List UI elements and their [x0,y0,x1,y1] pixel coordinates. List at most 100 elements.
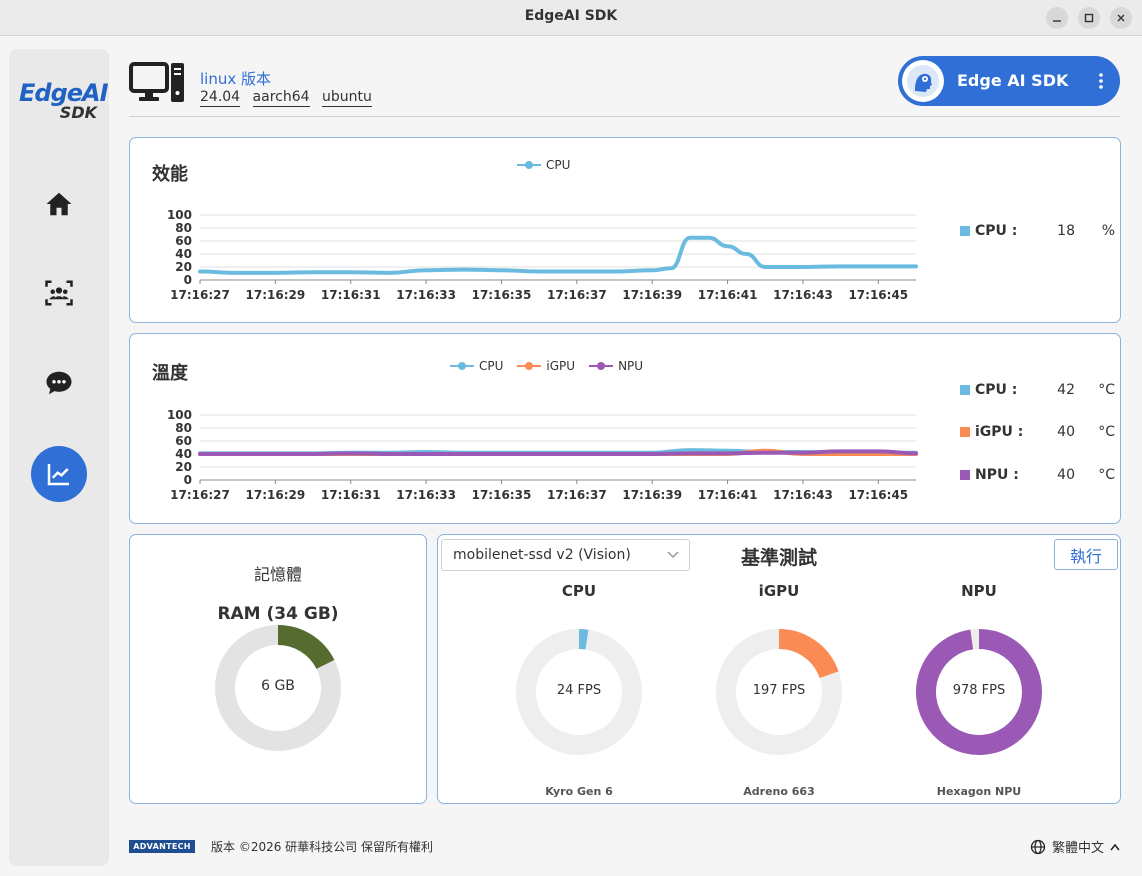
x-tick-label: 17:16:39 [622,288,682,302]
y-tick-label: 0 [184,473,192,487]
language-selector[interactable]: 繁體中文 [1030,837,1120,856]
x-tick-label: 17:16:41 [698,288,758,302]
chat-icon [46,371,72,395]
x-tick-label: 17:16:43 [773,288,833,302]
device-name: iGPU [758,582,800,600]
chart-icon [47,464,69,486]
temperature-card: 溫度 CPU iGPU NPU 0 20 40 60 80 100 17:16:27 17:1… [129,333,1121,524]
y-tick-label: 100 [167,408,192,422]
sidebar-item-vision[interactable] [31,265,87,321]
face-scan-icon [45,280,73,306]
os-distro: ubuntu [322,89,372,107]
memory-card: 記憶體 RAM (34 GB) 6 GB [129,534,427,804]
benchmark-card: mobilenet-ssd v2 (Vision) 基準測試 執行 CPU Ky… [437,534,1121,804]
y-tick-label: 0 [184,273,192,287]
computer-icon [129,62,184,102]
more-vertical-icon[interactable] [1098,71,1104,91]
sidebar-item-home[interactable] [31,176,87,232]
y-tick-label: 80 [175,221,192,235]
y-tick-label: 40 [175,447,192,461]
y-tick-label: 100 [167,208,192,222]
x-tick-label: 17:16:45 [848,488,908,502]
x-tick-label: 17:16:27 [170,288,230,302]
os-tags: 24.04 aarch64 ubuntu [200,89,380,107]
x-tick-label: 17:16:39 [622,488,682,502]
donut-slice [778,629,839,679]
performance-card: 效能 CPU 0 20 40 60 80 100 17:16:27 17:16:29 17:16… [129,137,1121,323]
os-version: 24.04 [200,89,241,107]
chevron-up-icon [1110,843,1120,850]
x-tick-label: 17:16:29 [246,488,306,502]
x-tick-label: 17:16:33 [396,488,456,502]
y-tick-label: 60 [175,434,192,448]
device-chip: Kyro Gen 6 [545,785,613,798]
device-chip: Hexagon NPU [936,785,1022,798]
igpu-fps-label: 197 FPS [752,683,806,698]
sdk-account-button[interactable]: Edge AI SDK [898,56,1120,106]
memory-title: 記憶體 [253,565,302,584]
cpu-fps-label: 24 FPS [556,683,602,698]
sidebar-item-chat[interactable] [31,355,87,411]
x-tick-label: 17:16:37 [547,288,607,302]
benchmark-title: 基準測試 [740,547,817,569]
close-icon [1117,14,1125,22]
x-tick-label: 17:16:29 [246,288,306,302]
x-tick-label: 17:16:35 [472,488,532,502]
performance-chart: 020406080100 17:16:27 17:16:29 17:16:31 17:1… [167,208,918,302]
y-tick-label: 20 [175,260,192,274]
device-name: NPU [961,582,997,600]
donut-slice [578,629,589,650]
ram-used-label: 6 GB [261,678,295,694]
x-tick-label: 17:16:31 [321,288,381,302]
npu-fps-label: 978 FPS [952,683,1006,698]
ai-head-icon [907,65,939,97]
x-tick-label: 17:16:35 [472,288,532,302]
minimize-icon [1053,20,1061,22]
window-title: EdgeAI SDK [524,8,618,24]
minimize-button[interactable] [1046,7,1068,29]
y-tick-label: 60 [175,234,192,248]
device-name: CPU [561,582,597,600]
maximize-button[interactable] [1078,7,1100,29]
device-header: linux 版本 24.04 aarch64 ubuntu Edge AI SD… [129,56,1120,117]
temperature-stat-igpu: iGPU : 40 °C [960,424,1115,440]
copyright-text: 版本 ©2026 研華科技公司 保留所有權利 [211,840,433,854]
stat-swatch [960,427,970,437]
avatar [902,60,944,102]
stat-swatch [960,226,970,236]
x-tick-label: 17:16:43 [773,488,833,502]
y-tick-label: 80 [175,421,192,435]
temperature-stat-npu: NPU : 40 °C [960,467,1115,483]
performance-stat-cpu: CPU : 18 % [960,223,1115,239]
x-tick-label: 17:16:31 [321,488,381,502]
language-label: 繁體中文 [1052,841,1105,856]
x-tick-label: 17:16:45 [848,288,908,302]
os-arch: aarch64 [252,89,310,107]
run-button[interactable]: 執行 [1054,539,1118,570]
advantech-logo: ADVANTECH [129,840,195,853]
os-title: linux 版本 [200,70,271,88]
device-chip: Adreno 663 [743,785,815,798]
stat-swatch [960,470,970,480]
x-tick-label: 17:16:27 [170,488,230,502]
x-tick-label: 17:16:33 [396,288,456,302]
stat-swatch [960,385,970,395]
edgeai-logo: EdgeAI SDK [19,79,109,122]
sdk-name: Edge AI SDK [957,71,1069,90]
donut-slice [277,625,335,670]
close-button[interactable] [1110,7,1132,29]
temperature-stat-cpu: CPU : 42 °C [960,382,1115,398]
y-tick-label: 20 [175,460,192,474]
x-tick-label: 17:16:41 [698,488,758,502]
sidebar: EdgeAI SDK [9,49,109,866]
x-tick-label: 17:16:37 [547,488,607,502]
globe-icon [1030,839,1046,854]
home-icon [46,192,72,216]
series-line-cpu [198,235,918,275]
temperature-chart: 020406080100 17:16:27 17:16:29 17:16:31 17:1… [167,408,918,502]
window-titlebar: EdgeAI SDK [0,0,1142,36]
sidebar-item-monitor[interactable] [31,446,87,502]
maximize-icon [1084,13,1094,23]
y-tick-label: 40 [175,247,192,261]
app-body: EdgeAI SDK linux 版本 24.04 aarch64 ubuntu… [0,36,1142,876]
